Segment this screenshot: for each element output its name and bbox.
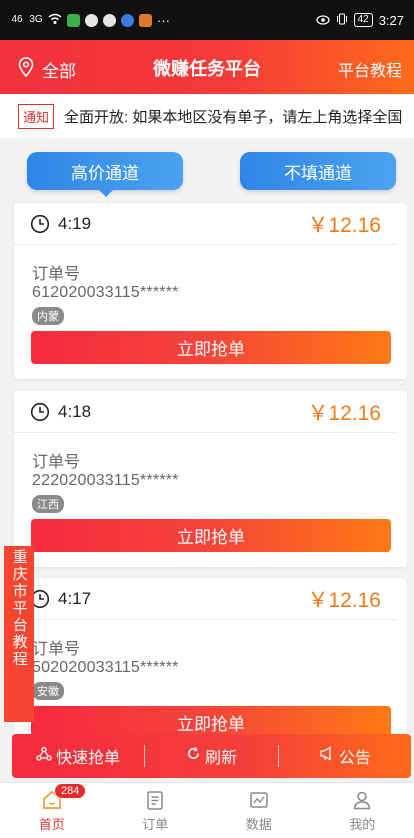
order-card-header: 4:17 ￥12.16 xyxy=(14,578,397,620)
unread-badge: 284 xyxy=(54,783,87,799)
region-badge: 内蒙 xyxy=(32,307,64,325)
refresh-label: 刷新 xyxy=(204,750,237,767)
megaphone-icon xyxy=(319,746,335,766)
eye-icon xyxy=(315,13,330,28)
action-bar: 快速抢单 刷新 公告 xyxy=(12,734,411,778)
app-header: 全部 微赚任务平台 平台教程 xyxy=(0,40,414,94)
announcement-label: 公告 xyxy=(338,750,371,767)
tab-orders[interactable]: 订单 xyxy=(104,783,208,838)
tab-orders-label: 订单 xyxy=(142,816,169,832)
app-notification-icon xyxy=(67,13,80,27)
order-time: 4:17 xyxy=(58,588,92,608)
order-number: 612020033115****** xyxy=(32,284,179,301)
tab-profile[interactable]: 我的 xyxy=(311,783,414,838)
order-card: 4:17 ￥12.16 订单号 502020033115****** 安徽 立即… xyxy=(14,578,407,748)
order-price: ￥12.16 xyxy=(307,588,381,612)
order-price: ￥12.16 xyxy=(307,401,381,425)
refresh-icon xyxy=(186,746,201,766)
order-number-label: 订单号 xyxy=(32,454,81,471)
order-price: ￥12.16 xyxy=(307,213,381,237)
grab-order-button[interactable]: 立即抢单 xyxy=(31,519,391,552)
location-pin-icon xyxy=(18,57,34,82)
location-label: 全部 xyxy=(42,62,76,81)
channel-switch: 高价通道 不填通道 xyxy=(0,138,414,200)
notice-tag: 通知 xyxy=(18,103,55,129)
chat-bubble-icon xyxy=(103,13,116,27)
tab-home[interactable]: 284 首页 xyxy=(0,783,104,838)
order-number-label: 订单号 xyxy=(32,641,81,658)
no-fill-channel-button[interactable]: 不填通道 xyxy=(240,152,396,190)
clock-icon xyxy=(30,214,50,234)
order-card: 4:18 ￥12.16 订单号 222020033115****** 江西 立即… xyxy=(14,391,407,567)
chart-icon xyxy=(248,789,270,811)
city-tutorial-side-tab[interactable]: 重庆市平台教程 xyxy=(4,546,34,722)
vibrate-icon xyxy=(336,12,348,28)
more-notifications-icon: ··· xyxy=(157,12,170,28)
bell-icon xyxy=(85,13,98,27)
location-selector[interactable]: 全部 xyxy=(18,57,76,82)
tab-data[interactable]: 数据 xyxy=(207,783,311,838)
app-blue-icon xyxy=(121,13,134,27)
tab-profile-label: 我的 xyxy=(349,816,376,832)
quick-grab-button[interactable]: 快速抢单 xyxy=(12,744,144,768)
tab-data-label: 数据 xyxy=(245,816,272,832)
app-orange-icon xyxy=(139,13,152,27)
order-number: 222020033115****** xyxy=(32,472,179,489)
order-card-header: 4:18 ￥12.16 xyxy=(14,391,397,433)
announcement-button[interactable]: 公告 xyxy=(279,744,411,768)
signal-icon: 46 xyxy=(11,14,23,25)
order-time: 4:19 xyxy=(58,213,92,233)
tab-home-label: 首页 xyxy=(38,816,65,832)
order-number-label: 订单号 xyxy=(32,266,81,283)
region-badge: 江西 xyxy=(32,495,64,513)
bottom-tab-bar: 284 首页 订单 数据 我的 xyxy=(0,782,414,838)
high-price-channel-button[interactable]: 高价通道 xyxy=(27,152,183,197)
status-bar: 46 3G ··· 42 3:27 xyxy=(0,0,414,40)
order-number: 502020033115****** xyxy=(32,659,179,676)
clock-text: 3:27 xyxy=(378,12,404,28)
clock-icon xyxy=(30,402,50,422)
wifi-icon xyxy=(48,13,62,28)
tutorial-link[interactable]: 平台教程 xyxy=(338,57,402,81)
orders-list-icon xyxy=(144,789,166,811)
order-card-header: 4:19 ￥12.16 xyxy=(14,203,397,245)
network-icon xyxy=(36,746,52,767)
signal-3g-icon: 3G xyxy=(29,14,43,25)
order-card: 4:19 ￥12.16 订单号 612020033115****** 内蒙 立即… xyxy=(14,203,407,379)
notice-bar: 通知 全面开放: 如果本地区没有单子，请左上角选择全国 xyxy=(0,94,414,138)
quick-grab-label: 快速抢单 xyxy=(56,750,121,767)
refresh-button[interactable]: 刷新 xyxy=(145,744,277,768)
side-tab-text: 重庆市平台教程 xyxy=(10,549,28,668)
user-icon xyxy=(351,789,373,811)
region-badge: 安徽 xyxy=(32,682,64,700)
notice-text: 全面开放: 如果本地区没有单子，请左上角选择全国 xyxy=(64,108,403,126)
order-time: 4:18 xyxy=(58,401,92,421)
grab-order-button[interactable]: 立即抢单 xyxy=(31,331,391,364)
battery-icon: 42 xyxy=(353,13,373,27)
